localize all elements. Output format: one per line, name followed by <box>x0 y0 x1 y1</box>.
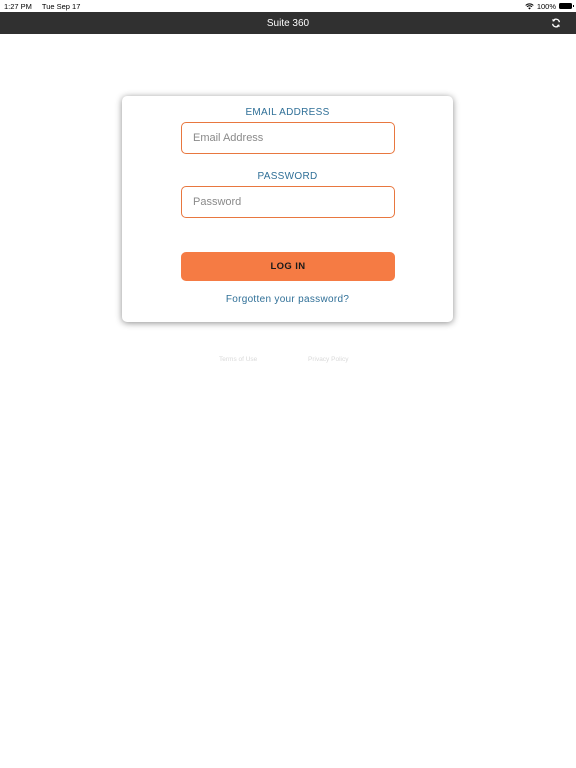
privacy-policy-link[interactable]: Privacy Policy <box>308 356 348 363</box>
status-date: Tue Sep 17 <box>41 1 81 11</box>
battery-icon <box>559 3 574 9</box>
refresh-icon[interactable] <box>549 16 563 30</box>
forgot-password-link[interactable]: Forgotten your password? <box>122 294 453 305</box>
email-label: EMAIL ADDRESS <box>245 107 330 118</box>
login-card: EMAIL ADDRESS PASSWORD LOG IN Forgotten … <box>122 96 453 322</box>
battery-percent: 100% <box>536 1 556 11</box>
nav-title: Suite 360 <box>266 17 310 29</box>
refresh-icon-glyph <box>552 18 560 28</box>
email-input[interactable] <box>181 122 395 154</box>
password-label: PASSWORD <box>257 171 318 182</box>
terms-of-use-link[interactable]: Terms of Use <box>219 356 257 363</box>
status-bar: 1:27 PM Tue Sep 17 100% <box>0 0 576 12</box>
password-input[interactable] <box>181 186 395 218</box>
status-right: 100% <box>525 1 574 11</box>
status-time: 1:27 PM <box>4 1 32 11</box>
nav-bar: Suite 360 <box>0 12 576 34</box>
login-button[interactable]: LOG IN <box>181 252 395 281</box>
wifi-icon <box>525 2 534 9</box>
status-left: 1:27 PM Tue Sep 17 <box>4 2 88 11</box>
